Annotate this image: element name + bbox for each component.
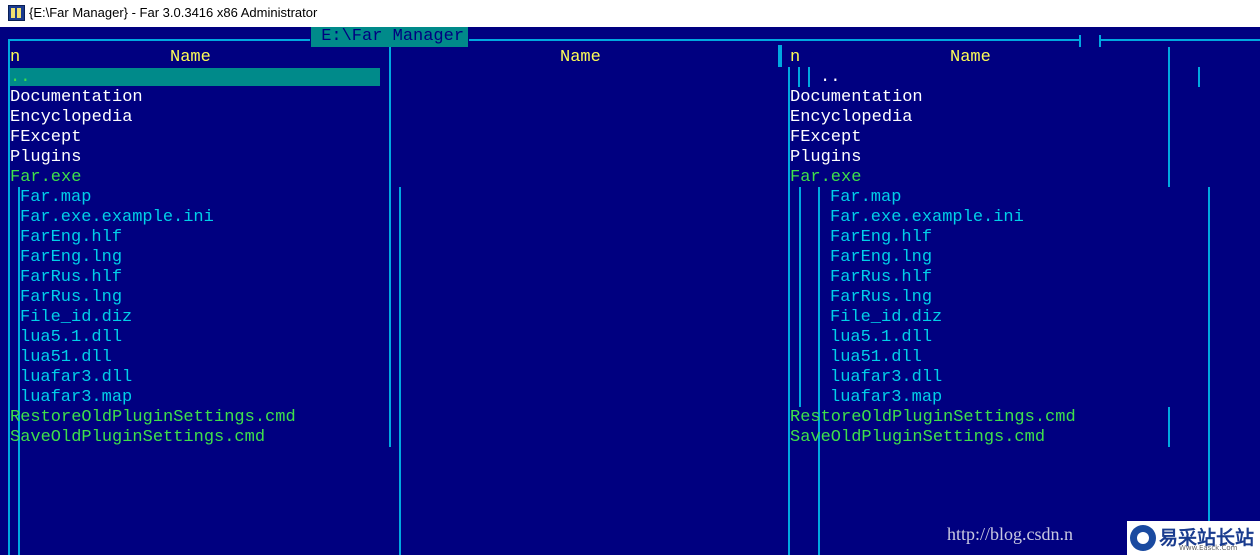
list-item[interactable]: lua5.1.dll	[20, 328, 122, 348]
list-item[interactable]: Far.exe	[790, 168, 861, 188]
left-panel-selection-bar[interactable]	[10, 68, 380, 86]
list-item[interactable]: FarRus.lng	[830, 288, 932, 308]
left-panel-col1-header[interactable]: Name	[170, 48, 211, 68]
watermark-logo: 易采站长站 Www.Easck.Com	[1127, 521, 1260, 555]
list-item[interactable]: Far.exe	[10, 168, 81, 188]
list-item[interactable]: lua51.dll	[20, 348, 112, 368]
window-title: {E:\Far Manager} - Far 3.0.3416 x86 Admi…	[29, 5, 318, 20]
list-item[interactable]: Documentation	[10, 88, 143, 108]
site-logo-icon	[1130, 525, 1156, 551]
list-item[interactable]: Far.map	[20, 188, 91, 208]
left-panel-top-border-right	[469, 39, 1080, 41]
right-panel-tree-line-2	[818, 187, 820, 555]
list-item[interactable]: luafar3.map	[830, 388, 942, 408]
left-panel-top-border	[8, 39, 310, 41]
list-item[interactable]: luafar3.dll	[830, 368, 942, 388]
list-item[interactable]: lua51.dll	[830, 348, 922, 368]
list-item[interactable]: Plugins	[10, 148, 81, 168]
list-item[interactable]: luafar3.dll	[20, 368, 132, 388]
watermark-logo-sub: Www.Easck.Com	[1179, 544, 1238, 552]
list-item[interactable]: Encyclopedia	[790, 108, 912, 128]
right-panel-parent-dir[interactable]: ..	[820, 68, 840, 88]
right-panel-far-border	[1208, 187, 1210, 555]
list-item[interactable]: luafar3.map	[20, 388, 132, 408]
list-item[interactable]: RestoreOldPluginSettings.cmd	[10, 408, 296, 428]
left-panel-right-border	[778, 45, 782, 67]
right-panel-column-divider	[1168, 47, 1170, 187]
right-panel-right-border	[1198, 67, 1200, 87]
list-item[interactable]: SaveOldPluginSettings.cmd	[10, 428, 265, 448]
right-panel-tree-line-1	[799, 187, 801, 407]
list-item[interactable]: File_id.diz	[20, 308, 132, 328]
list-item[interactable]: lua5.1.dll	[830, 328, 932, 348]
left-panel-col-n-header[interactable]: n	[10, 48, 20, 68]
list-item[interactable]: FarRus.hlf	[20, 268, 122, 288]
right-panel-col-n-header[interactable]: n	[790, 48, 800, 68]
list-item[interactable]: SaveOldPluginSettings.cmd	[790, 428, 1045, 448]
left-panel-path-title[interactable]: E:\Far Manager	[311, 27, 468, 47]
list-item[interactable]: Documentation	[790, 88, 923, 108]
list-item[interactable]: FarEng.lng	[20, 248, 122, 268]
far-manager-icon[interactable]	[8, 5, 25, 21]
list-item[interactable]: Far.exe.example.ini	[830, 208, 1024, 228]
far-console[interactable]: E:\Far Manager n Name Name .. Documentat…	[0, 27, 1260, 555]
right-panel-column-divider-lower	[1168, 407, 1170, 447]
list-item[interactable]: FarRus.lng	[20, 288, 122, 308]
right-panel-frame-left-inner	[798, 67, 800, 87]
right-panel-top-border	[1099, 39, 1260, 41]
left-panel-parent-dir[interactable]: ..	[10, 68, 30, 88]
left-panel-column-divider-lower	[399, 187, 401, 555]
list-item[interactable]: FExcept	[10, 128, 81, 148]
left-panel-column-divider	[389, 47, 391, 447]
watermark-url: http://blog.csdn.n	[947, 524, 1073, 544]
list-item[interactable]: Plugins	[790, 148, 861, 168]
list-item[interactable]: Far.map	[830, 188, 901, 208]
left-panel-right-border-top	[1079, 35, 1081, 47]
list-item[interactable]: FExcept	[790, 128, 861, 148]
right-panel-frame-left-inner2	[808, 67, 810, 87]
left-panel-col2-header[interactable]: Name	[560, 48, 601, 68]
list-item[interactable]: File_id.diz	[830, 308, 942, 328]
list-item[interactable]: RestoreOldPluginSettings.cmd	[790, 408, 1076, 428]
list-item[interactable]: Far.exe.example.ini	[20, 208, 214, 228]
window-title-bar: {E:\Far Manager} - Far 3.0.3416 x86 Admi…	[0, 0, 1260, 27]
right-panel-col1-header[interactable]: Name	[950, 48, 991, 68]
list-item[interactable]: FarEng.hlf	[830, 228, 932, 248]
list-item[interactable]: Encyclopedia	[10, 108, 132, 128]
right-panel-left-border	[1099, 35, 1101, 47]
list-item[interactable]: FarRus.hlf	[830, 268, 932, 288]
list-item[interactable]: FarEng.lng	[830, 248, 932, 268]
list-item[interactable]: FarEng.hlf	[20, 228, 122, 248]
